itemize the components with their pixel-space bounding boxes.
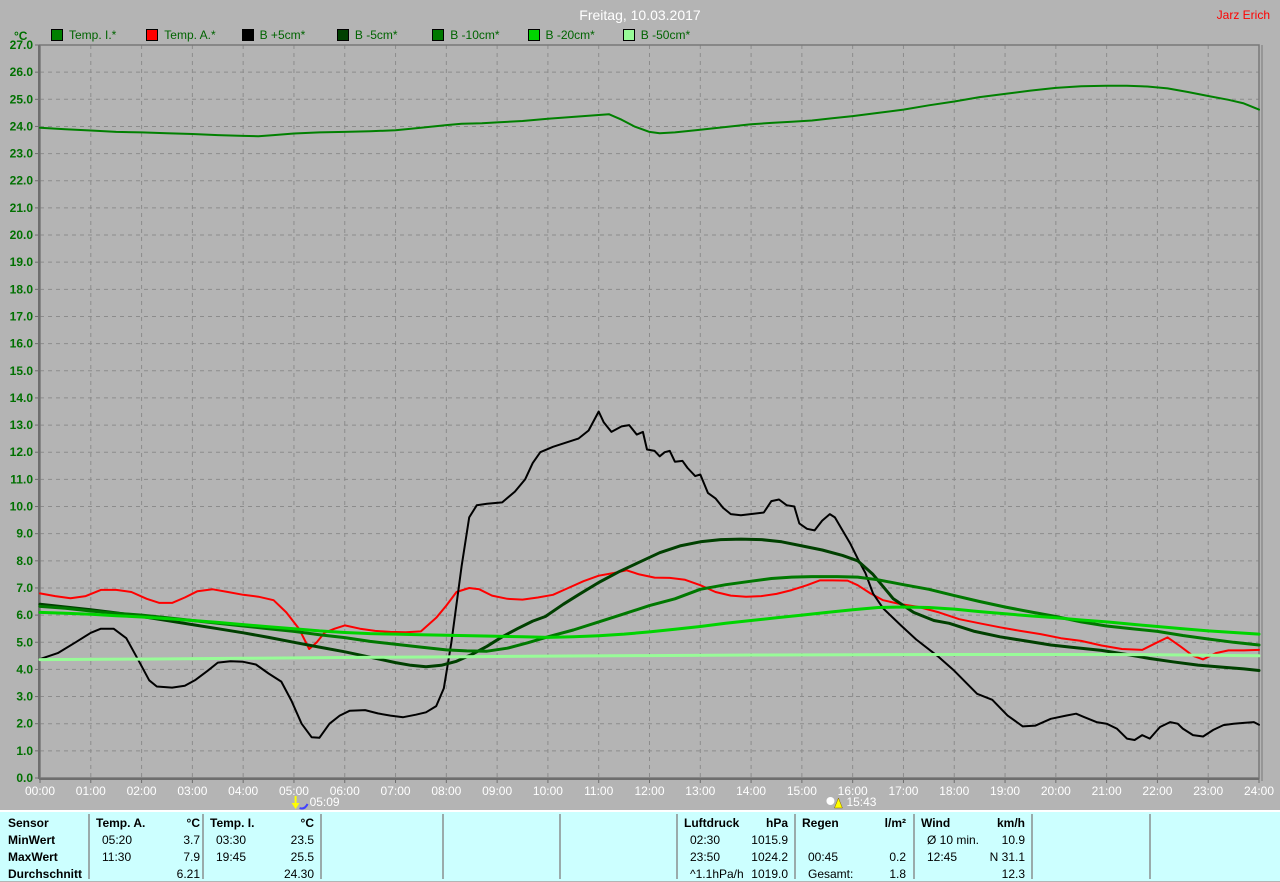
table-cell-value: 12.3 (1001, 867, 1025, 881)
series-b-50cm (38, 653, 1261, 662)
x-tick-label: 18:00 (939, 784, 969, 798)
sun-up-arrow-icon (834, 797, 843, 809)
x-tick-label: 20:00 (1041, 784, 1071, 798)
y-tick-label: 12.0 (10, 445, 34, 459)
table-cell-value: 0.2 (889, 850, 906, 864)
y-tick-label: 22.0 (10, 174, 34, 188)
table-cell-value: N 31.1 (989, 850, 1025, 864)
table-group-unit: °C (300, 816, 314, 830)
y-tick-label: 23.0 (10, 147, 34, 161)
x-tick-label: 21:00 (1092, 784, 1122, 798)
y-tick-label: 4.0 (16, 662, 33, 676)
table-group-unit: °C (186, 816, 200, 830)
y-tick-label: 21.0 (10, 201, 34, 215)
marker-time-label: 05:09 (310, 795, 340, 809)
x-tick-label: 23:00 (1193, 784, 1223, 798)
y-tick-label: 19.0 (10, 255, 34, 269)
table-cell-value: 7.9 (183, 850, 200, 864)
y-tick-label: 15.0 (10, 364, 34, 378)
table-row-label: MaxWert (8, 850, 58, 864)
x-tick-label: 00:00 (25, 784, 55, 798)
table-column-separator (794, 814, 796, 879)
x-tick-label: 11:00 (584, 784, 613, 798)
y-tick-label: 6.0 (16, 608, 33, 622)
table-column-separator (1031, 814, 1033, 879)
y-tick-label: 26.0 (10, 65, 34, 79)
y-tick-label: 17.0 (10, 309, 34, 323)
table-group-unit: km/h (996, 816, 1025, 830)
table-row-label: Durchschnitt (8, 867, 83, 881)
y-tick-label: 10.0 (10, 500, 34, 514)
x-tick-label: 22:00 (1142, 784, 1172, 798)
y-tick-label: 18.0 (10, 282, 34, 296)
x-tick-label: 05:00 (279, 784, 309, 798)
table-column-separator (320, 814, 322, 879)
app-window: { "header": { "title": "Freitag, 10.03.2… (0, 0, 1280, 881)
x-tick-label: 15:00 (787, 784, 817, 798)
table-cell-value: 1.8 (889, 867, 906, 881)
x-tick-label: 08:00 (431, 784, 461, 798)
y-tick-label: 14.0 (10, 391, 34, 405)
x-tick-label: 03:00 (177, 784, 207, 798)
x-tick-label: 09:00 (482, 784, 512, 798)
marker-time-label: 15:43 (846, 795, 876, 809)
table-cell-value: 1024.2 (751, 850, 788, 864)
table-column-separator (559, 814, 561, 879)
chart-plot-area[interactable]: 0.0 1.0 2.0 3.0 4.0 5.0 6.0 7.0 8.0 9.0 10.0 11.0 12… (0, 0, 1280, 812)
x-tick-label: 10:00 (533, 784, 563, 798)
y-tick-label: 20.0 (10, 228, 34, 242)
x-tick-label: 01:00 (76, 784, 106, 798)
horizon-wave-icon (299, 803, 309, 810)
x-tick-label: 07:00 (381, 784, 411, 798)
table-group-unit: hPa (765, 816, 788, 830)
plot-border (39, 44, 1260, 779)
x-tick-label: 02:00 (127, 784, 157, 798)
y-tick-label: 25.0 (10, 92, 34, 106)
statistics-panel: Sensor MinWert MaxWert Durchschnitt Temp. A.… (0, 810, 1280, 881)
table-group-unit: l/m² (884, 816, 906, 830)
y-tick-label: 7.0 (16, 581, 33, 595)
table-column-separator (676, 814, 678, 879)
table-cell-value: 1019.0 (751, 867, 788, 881)
y-tick-label: 16.0 (10, 337, 34, 351)
y-tick-label: 27.0 (10, 38, 34, 52)
table-column-separator (442, 814, 444, 879)
y-tick-label: 8.0 (16, 554, 33, 568)
table-cell-value: 25.5 (290, 850, 314, 864)
x-tick-label: 13:00 (685, 784, 715, 798)
x-tick-label: 19:00 (990, 784, 1020, 798)
sun-up-arrow-icon (826, 797, 835, 805)
y-tick-label: 0.0 (16, 771, 33, 785)
table-cell-value: 3.7 (183, 833, 200, 847)
y-tick-label: 11.0 (10, 472, 33, 486)
y-tick-label: 1.0 (16, 744, 33, 758)
table-column-separator (202, 814, 204, 879)
y-tick-label: 9.0 (16, 527, 33, 541)
table-column-separator (913, 814, 915, 879)
y-tick-label: 5.0 (16, 635, 33, 649)
x-tick-label: 17:00 (888, 784, 918, 798)
x-tick-label: 14:00 (736, 784, 766, 798)
table-cell-value: 1015.9 (751, 833, 788, 847)
x-tick-label: 12:00 (634, 784, 664, 798)
table-cell-value: 10.9 (1001, 833, 1025, 847)
x-tick-label: 24:00 (1244, 784, 1274, 798)
y-tick-label: 24.0 (10, 119, 34, 133)
y-tick-label: 3.0 (16, 690, 33, 704)
y-tick-label: 2.0 (16, 717, 33, 731)
table-column-separator (88, 814, 90, 879)
table-cell-value: 23.5 (290, 833, 314, 847)
table-column-separator (1149, 814, 1151, 879)
x-tick-label: 04:00 (228, 784, 258, 798)
table-cell-value: 6.21 (176, 867, 200, 881)
sun-down-arrow-icon (291, 803, 300, 809)
table-cell-value: 24.30 (283, 867, 314, 881)
table-row-label: MinWert (8, 833, 56, 847)
table-row-label: Sensor (8, 816, 49, 830)
y-tick-label: 13.0 (10, 418, 34, 432)
